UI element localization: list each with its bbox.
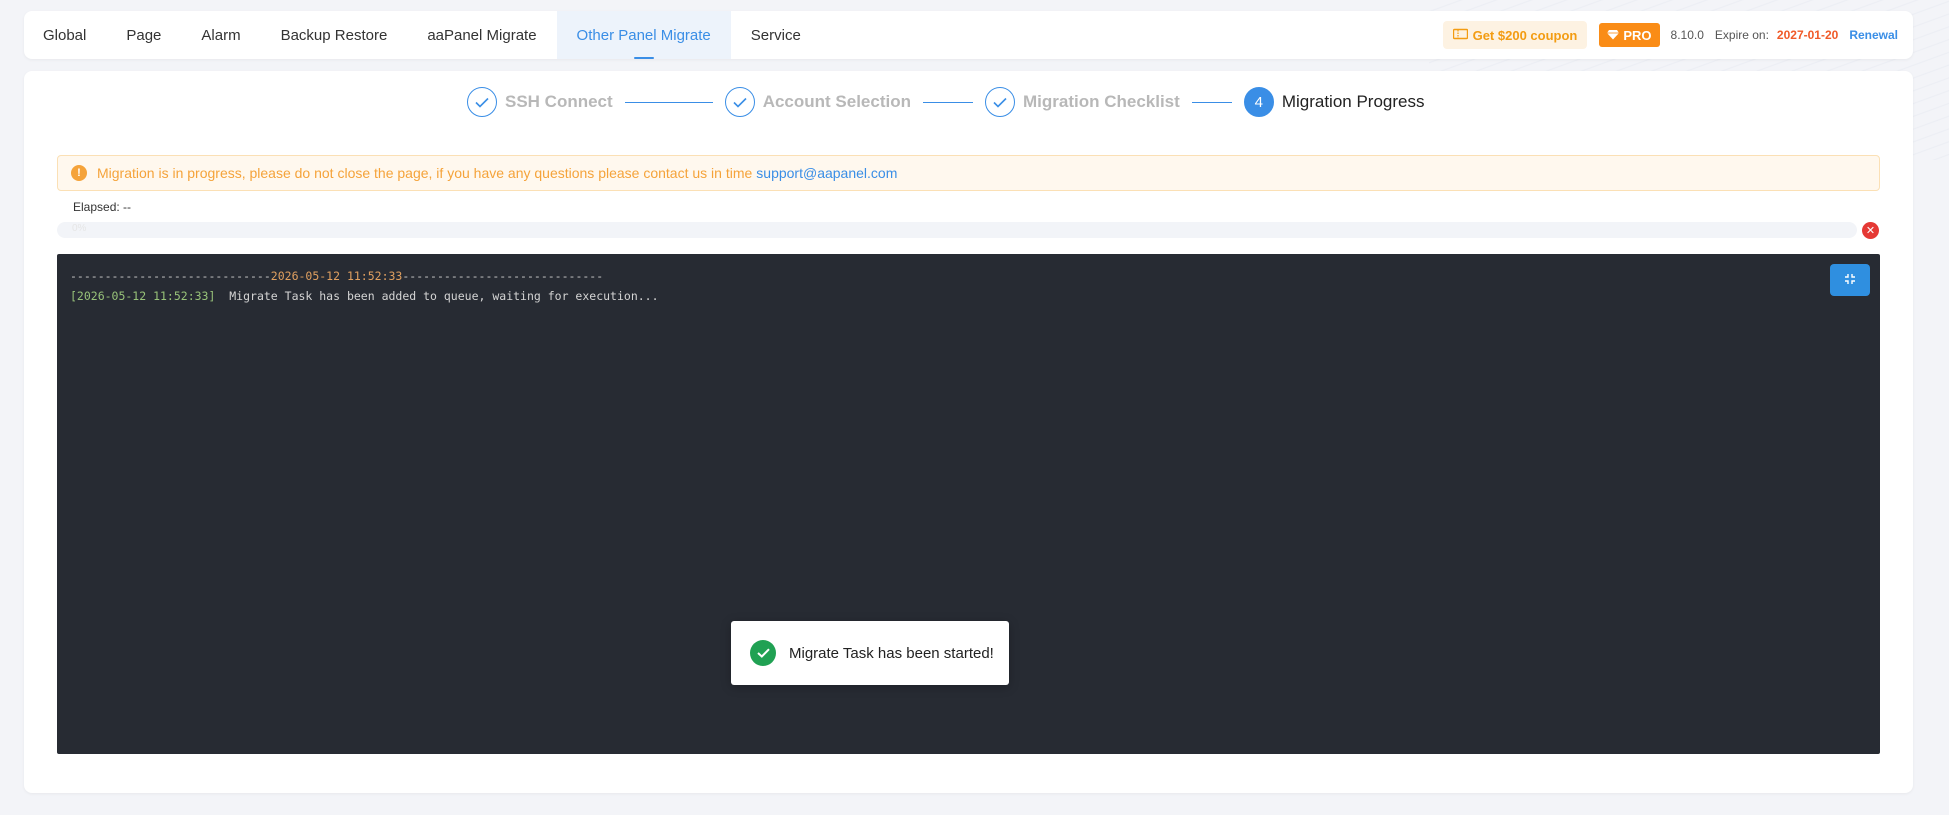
check-icon bbox=[467, 87, 497, 117]
step-label: Account Selection bbox=[762, 92, 911, 111]
migration-warning-alert: ! Migration is in progress, please do no… bbox=[57, 155, 1880, 191]
account-info: Get $200 coupon PRO 8.10.0 Expire on: 20… bbox=[1442, 21, 1913, 49]
support-email-link[interactable]: support@aapanel.com bbox=[756, 165, 897, 181]
version-number: 8.10.0 bbox=[1670, 28, 1704, 42]
log-header-timestamp: 2026-05-12 11:52:33 bbox=[270, 269, 403, 283]
log-message: Migrate Task has been added to queue, wa… bbox=[215, 289, 659, 303]
warning-icon: ! bbox=[71, 165, 87, 181]
step-connector bbox=[624, 101, 713, 103]
step-migration-progress: 4 Migration Progress bbox=[1243, 87, 1425, 117]
success-check-icon bbox=[750, 640, 776, 666]
log-line: [2026-05-12 11:52:33] Migrate Task has b… bbox=[70, 286, 1867, 306]
success-toast: Migrate Task has been started! bbox=[731, 621, 1009, 685]
close-icon: ✕ bbox=[1865, 225, 1876, 237]
progress-bar: 0% bbox=[57, 222, 1857, 238]
pro-badge[interactable]: PRO bbox=[1599, 23, 1660, 47]
toast-message: Migrate Task has been started! bbox=[789, 644, 994, 662]
step-migration-checklist: Migration Checklist bbox=[985, 87, 1180, 117]
elapsed-time: Elapsed: -- bbox=[73, 200, 132, 214]
log-header-line: -----------------------------2026-05-12 … bbox=[70, 266, 1867, 286]
pro-label: PRO bbox=[1623, 27, 1652, 43]
renewal-link[interactable]: Renewal bbox=[1849, 28, 1898, 42]
settings-tabs: Global Page Alarm Backup Restore aaPanel… bbox=[24, 11, 821, 59]
progress-percent: 0% bbox=[72, 223, 87, 234]
step-connector bbox=[923, 101, 973, 103]
tab-alarm[interactable]: Alarm bbox=[181, 11, 260, 59]
check-icon bbox=[724, 87, 755, 117]
fullscreen-icon bbox=[1844, 273, 1856, 288]
step-label: SSH Connect bbox=[505, 92, 613, 111]
migration-steps: SSH Connect Account Selection Migration … bbox=[467, 86, 1424, 118]
step-connector bbox=[1191, 101, 1232, 103]
coupon-label: Get $200 coupon bbox=[1472, 27, 1578, 43]
step-account-selection: Account Selection bbox=[724, 87, 911, 117]
diamond-icon bbox=[1607, 28, 1620, 43]
top-navigation-bar: Global Page Alarm Backup Restore aaPanel… bbox=[24, 11, 1913, 59]
log-dashes: ----------------------------- bbox=[70, 269, 271, 283]
expire-label: Expire on: bbox=[1714, 28, 1769, 42]
expire-date: 2027-01-20 bbox=[1776, 28, 1839, 42]
coupon-icon bbox=[1452, 28, 1468, 43]
fullscreen-button[interactable] bbox=[1830, 264, 1870, 296]
coupon-button[interactable]: Get $200 coupon bbox=[1442, 21, 1588, 49]
step-label: Migration Progress bbox=[1281, 92, 1425, 111]
step-label: Migration Checklist bbox=[1023, 92, 1180, 111]
tab-other-panel-migrate[interactable]: Other Panel Migrate bbox=[556, 11, 731, 59]
log-timestamp: [2026-05-12 11:52:33] bbox=[70, 289, 216, 303]
tab-global[interactable]: Global bbox=[24, 11, 106, 59]
check-icon bbox=[985, 87, 1015, 117]
cancel-migration-button[interactable]: ✕ bbox=[1862, 222, 1879, 239]
tab-aapanel-migrate[interactable]: aaPanel Migrate bbox=[407, 11, 556, 59]
tab-page[interactable]: Page bbox=[106, 11, 181, 59]
tab-backup-restore[interactable]: Backup Restore bbox=[261, 11, 408, 59]
step-number: 4 bbox=[1243, 87, 1274, 117]
log-dashes: ----------------------------- bbox=[402, 269, 604, 283]
step-ssh-connect: SSH Connect bbox=[467, 87, 613, 117]
tab-service[interactable]: Service bbox=[731, 11, 821, 59]
alert-text: Migration is in progress, please do not … bbox=[97, 165, 753, 181]
